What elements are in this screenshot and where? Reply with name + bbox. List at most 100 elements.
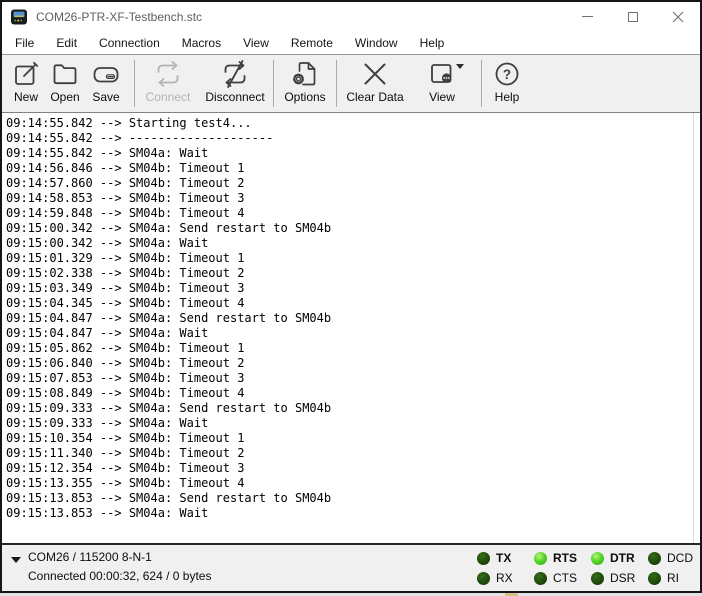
toolbar-separator bbox=[481, 60, 482, 107]
log-line: 09:15:00.342 --> SM04a: Send restart to … bbox=[6, 221, 700, 236]
terminal-output[interactable]: 09:14:55.842 --> Starting test4...09:14:… bbox=[2, 113, 700, 543]
toolbar-button-label: Open bbox=[43, 90, 87, 104]
led-rx-icon bbox=[477, 572, 490, 585]
indicator-rts[interactable]: RTS bbox=[534, 551, 591, 565]
led-ri-icon bbox=[648, 572, 661, 585]
indicator-rx: RX bbox=[477, 571, 534, 585]
window-title: COM26-PTR-XF-Testbench.stc bbox=[36, 10, 202, 24]
led-dtr-icon bbox=[591, 552, 604, 565]
log-line: 09:15:13.853 --> SM04a: Send restart to … bbox=[6, 491, 700, 506]
led-dsr-icon bbox=[591, 572, 604, 585]
status-dropdown-icon[interactable] bbox=[11, 557, 21, 563]
indicator-label: RTS bbox=[553, 551, 577, 565]
log-line: 09:14:57.860 --> SM04b: Timeout 2 bbox=[6, 176, 700, 191]
led-cts-icon bbox=[534, 572, 547, 585]
log-line: 09:15:09.333 --> SM04a: Send restart to … bbox=[6, 401, 700, 416]
menu-bar: File Edit Connection Macros View Remote … bbox=[6, 31, 700, 54]
log-line: 09:15:04.847 --> SM04a: Send restart to … bbox=[6, 311, 700, 326]
toolbar-separator bbox=[273, 60, 274, 107]
save-button[interactable]: Save bbox=[84, 57, 128, 110]
maximize-icon bbox=[628, 12, 638, 22]
svg-text:?: ? bbox=[503, 67, 511, 82]
indicator-label: DSR bbox=[610, 571, 635, 585]
view-icon bbox=[427, 59, 457, 89]
menu-view[interactable]: View bbox=[234, 33, 278, 53]
clear-data-button[interactable]: Clear Data bbox=[338, 57, 412, 110]
open-button[interactable]: Open bbox=[43, 57, 87, 110]
toolbar-button-label: Connect bbox=[138, 90, 198, 104]
indicator-label: TX bbox=[496, 551, 511, 565]
toolbar-button-label: Help bbox=[485, 90, 529, 104]
options-icon bbox=[290, 59, 320, 89]
indicator-dcd: DCD bbox=[648, 551, 702, 565]
indicator-label: DCD bbox=[667, 551, 693, 565]
toolbar: New Open Save Connect bbox=[2, 54, 700, 113]
toolbar-separator bbox=[134, 60, 135, 107]
indicator-label: CTS bbox=[553, 571, 577, 585]
serial-indicator-grid: TX RX RTS CTS DTR DSR DCD RI bbox=[477, 548, 702, 588]
log-line: 09:15:00.342 --> SM04a: Wait bbox=[6, 236, 700, 251]
options-button[interactable]: Options bbox=[275, 57, 335, 110]
indicator-ri: RI bbox=[648, 571, 702, 585]
toolbar-button-label: Options bbox=[275, 90, 335, 104]
help-button[interactable]: ? Help bbox=[485, 57, 529, 110]
minimize-icon bbox=[582, 16, 593, 17]
log-line: 09:15:10.354 --> SM04b: Timeout 1 bbox=[6, 431, 700, 446]
indicator-label: RX bbox=[496, 571, 513, 585]
toolbar-button-label: Disconnect bbox=[196, 90, 274, 104]
close-icon bbox=[672, 11, 684, 23]
toolbar-button-label: Clear Data bbox=[338, 90, 412, 104]
toolbar-separator bbox=[336, 60, 337, 107]
log-line: 09:15:05.862 --> SM04b: Timeout 1 bbox=[6, 341, 700, 356]
indicator-cts: CTS bbox=[534, 571, 591, 585]
connect-icon bbox=[153, 59, 183, 89]
close-button[interactable] bbox=[655, 2, 700, 31]
led-rts-icon bbox=[534, 552, 547, 565]
menu-file[interactable]: File bbox=[6, 33, 43, 53]
toolbar-button-label: View bbox=[412, 90, 472, 104]
clear-data-icon bbox=[360, 59, 390, 89]
menu-macros[interactable]: Macros bbox=[173, 33, 230, 53]
minimize-button[interactable] bbox=[565, 2, 610, 31]
status-port-settings: COM26 / 115200 8-N-1 bbox=[28, 548, 211, 567]
maximize-button[interactable] bbox=[610, 2, 655, 31]
disconnect-button[interactable]: Disconnect bbox=[196, 57, 274, 110]
log-line: 09:14:55.842 --> -------------------- bbox=[6, 131, 700, 146]
toolbar-button-label: Save bbox=[84, 90, 128, 104]
menu-edit[interactable]: Edit bbox=[47, 33, 86, 53]
log-line: 09:15:09.333 --> SM04a: Wait bbox=[6, 416, 700, 431]
log-line: 09:15:04.847 --> SM04a: Wait bbox=[6, 326, 700, 341]
new-button[interactable]: New bbox=[4, 57, 48, 110]
app-window: COM26-PTR-XF-Testbench.stc File Edit Con… bbox=[0, 0, 702, 593]
log-line: 09:14:59.848 --> SM04b: Timeout 4 bbox=[6, 206, 700, 221]
menu-window[interactable]: Window bbox=[346, 33, 407, 53]
log-line: 09:15:02.338 --> SM04b: Timeout 2 bbox=[6, 266, 700, 281]
log-line: 09:14:56.846 --> SM04b: Timeout 1 bbox=[6, 161, 700, 176]
log-line: 09:15:07.853 --> SM04b: Timeout 3 bbox=[6, 371, 700, 386]
log-line: 09:15:11.340 --> SM04b: Timeout 2 bbox=[6, 446, 700, 461]
new-icon bbox=[11, 59, 41, 89]
log-line: 09:15:08.849 --> SM04b: Timeout 4 bbox=[6, 386, 700, 401]
caption-buttons bbox=[565, 2, 700, 31]
log-line: 09:14:55.842 --> SM04a: Wait bbox=[6, 146, 700, 161]
log-line: 09:15:06.840 --> SM04b: Timeout 2 bbox=[6, 356, 700, 371]
log-line: 09:15:13.355 --> SM04b: Timeout 4 bbox=[6, 476, 700, 491]
indicator-label: RI bbox=[667, 571, 679, 585]
indicator-dtr[interactable]: DTR bbox=[591, 551, 648, 565]
indicator-label: DTR bbox=[610, 551, 635, 565]
log-line: 09:14:55.842 --> Starting test4... bbox=[6, 116, 700, 131]
view-button[interactable]: View bbox=[412, 57, 472, 110]
view-dropdown-caret-icon bbox=[456, 64, 464, 69]
log-line: 09:15:12.354 --> SM04b: Timeout 3 bbox=[6, 461, 700, 476]
open-icon bbox=[50, 59, 80, 89]
menu-help[interactable]: Help bbox=[411, 33, 454, 53]
status-connection-info: Connected 00:00:32, 624 / 0 bytes bbox=[28, 567, 211, 586]
indicator-tx[interactable]: TX bbox=[477, 551, 534, 565]
log-line: 09:15:03.349 --> SM04b: Timeout 3 bbox=[6, 281, 700, 296]
connect-button[interactable]: Connect bbox=[138, 57, 198, 110]
menu-connection[interactable]: Connection bbox=[90, 33, 169, 53]
save-icon bbox=[91, 59, 121, 89]
log-line: 09:14:58.853 --> SM04b: Timeout 3 bbox=[6, 191, 700, 206]
disconnect-icon bbox=[220, 59, 250, 89]
menu-remote[interactable]: Remote bbox=[282, 33, 342, 53]
